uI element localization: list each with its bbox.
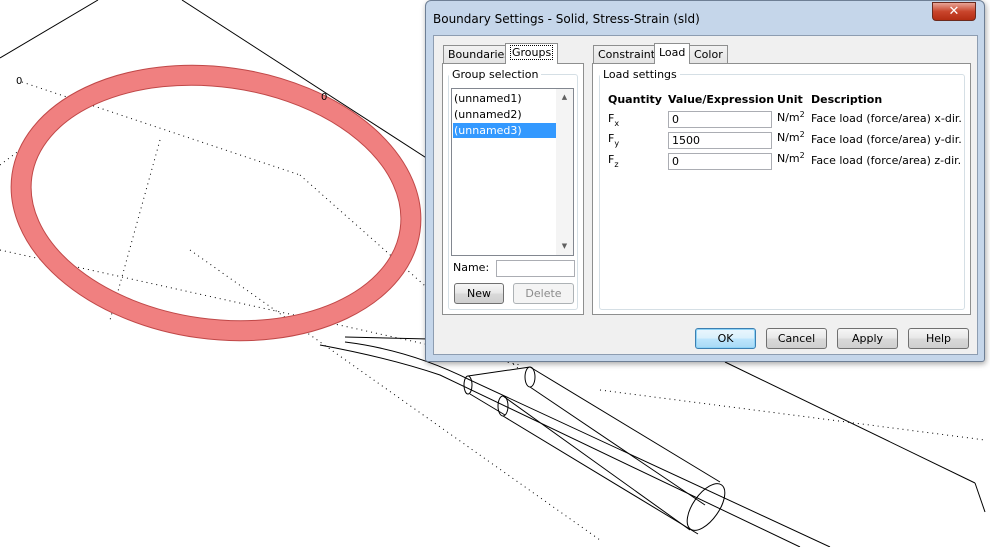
new-group-button[interactable]: New [454, 283, 504, 304]
list-item[interactable]: (unnamed1) [453, 91, 557, 106]
fy-value-input[interactable]: 1500 [668, 132, 772, 149]
quantity-fx: Fx [608, 112, 619, 128]
tab-load[interactable]: Load [654, 43, 691, 64]
unit-base: N/m [777, 152, 800, 165]
quantity-fz: Fz [608, 153, 619, 169]
scroll-down-icon[interactable]: ▼ [556, 238, 573, 255]
load-settings-label: Load settings [600, 68, 680, 81]
unit-fz: N/m2 [777, 151, 805, 165]
unit-base: N/m [777, 111, 800, 124]
close-button[interactable]: ✕ [932, 2, 976, 21]
name-input[interactable] [496, 260, 575, 277]
description-fz: Face load (force/area) z-dir. [811, 154, 962, 167]
quantity-subscript: x [614, 119, 620, 128]
tab-color[interactable]: Color [689, 45, 728, 64]
axis-label: 0 [321, 92, 327, 103]
help-button[interactable]: Help [908, 328, 969, 349]
fx-value-input[interactable]: 0 [668, 111, 772, 128]
tab-label: Constraint [598, 48, 656, 61]
tab-label: Boundaries [448, 48, 511, 61]
group-selection-label: Group selection [449, 68, 542, 81]
dialog-client-area: Boundaries Groups Group selection (unnam… [433, 35, 978, 355]
unit-exponent: 2 [799, 130, 805, 139]
list-scrollbar[interactable]: ▲ ▼ [556, 89, 573, 255]
tab-groups[interactable]: Groups [505, 43, 559, 64]
unit-exponent: 2 [799, 110, 805, 119]
dialog-title: Boundary Settings - Solid, Stress-Strain… [433, 12, 700, 26]
name-label: Name: [453, 261, 490, 274]
header-value: Value/Expression [668, 93, 775, 106]
highlighted-ring [10, 64, 422, 342]
cylinder-shape [463, 366, 726, 535]
load-panel: Load settings Quantity Value/Expression … [592, 63, 971, 315]
boundary-settings-dialog: Boundary Settings - Solid, Stress-Strain… [425, 0, 985, 362]
scroll-up-icon[interactable]: ▲ [556, 89, 573, 106]
quantity-subscript: z [614, 160, 619, 169]
apply-button[interactable]: Apply [837, 328, 898, 349]
groups-panel: Group selection (unnamed1) (unnamed2) (u… [442, 63, 584, 315]
quantity-fy: Fy [608, 132, 619, 148]
ok-button[interactable]: OK [695, 328, 756, 349]
header-unit: Unit [777, 93, 803, 106]
unit-fy: N/m2 [777, 130, 805, 144]
tab-label: Color [694, 48, 723, 61]
cancel-button[interactable]: Cancel [766, 328, 827, 349]
header-quantity: Quantity [608, 93, 662, 106]
list-item-selected[interactable]: (unnamed3) [453, 123, 557, 138]
header-description: Description [811, 93, 883, 106]
unit-fx: N/m2 [777, 110, 805, 124]
list-item[interactable]: (unnamed2) [453, 107, 557, 122]
title-bar[interactable]: Boundary Settings - Solid, Stress-Strain… [426, 1, 984, 35]
unit-exponent: 2 [799, 151, 805, 160]
tab-label: Load [659, 46, 686, 59]
axis-label: 0 [16, 76, 22, 87]
quantity-subscript: y [614, 139, 620, 148]
group-list[interactable]: (unnamed1) (unnamed2) (unnamed3) ▲ ▼ [451, 88, 574, 256]
close-icon: ✕ [948, 4, 960, 19]
description-fx: Face load (force/area) x-dir. [811, 112, 962, 125]
unit-base: N/m [777, 131, 800, 144]
tab-constraint[interactable]: Constraint [593, 45, 661, 64]
tab-label: Groups [510, 45, 554, 60]
fz-value-input[interactable]: 0 [668, 153, 772, 170]
delete-group-button[interactable]: Delete [513, 283, 574, 304]
description-fy: Face load (force/area) y-dir. [811, 133, 962, 146]
